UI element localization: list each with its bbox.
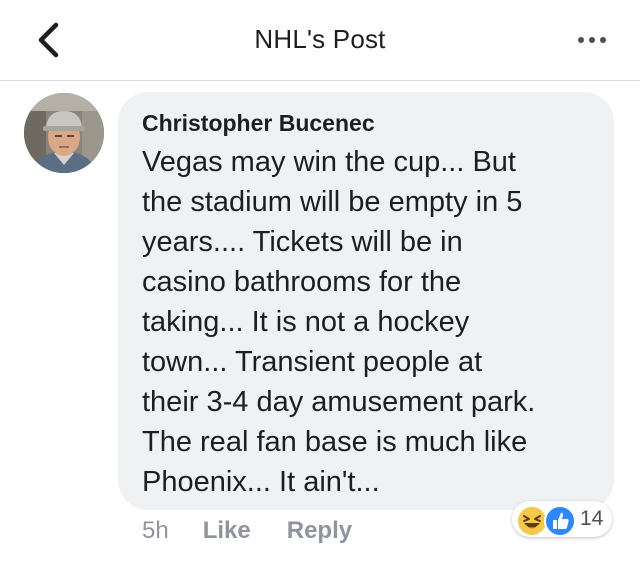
like-reaction-icon — [544, 505, 576, 537]
comment-actions: 5h Like Reply — [142, 514, 352, 548]
reactions-summary[interactable]: 14 — [512, 501, 612, 537]
reply-button[interactable]: Reply — [287, 517, 352, 545]
comment-bubble: Christopher Bucenec Vegas may win the cu… — [118, 92, 614, 510]
avatar[interactable] — [24, 93, 104, 173]
more-dot — [600, 37, 606, 43]
like-button[interactable]: Like — [203, 517, 251, 545]
reaction-count: 14 — [580, 507, 604, 530]
page-title: NHL's Post — [254, 24, 386, 54]
comment-author[interactable]: Christopher Bucenec — [142, 110, 375, 137]
more-horizontal-icon — [578, 37, 584, 43]
more-options-button[interactable] — [570, 28, 614, 52]
more-dot — [589, 37, 595, 43]
comment-text: Vegas may win the cup... But the stadium… — [142, 146, 536, 498]
comment-timestamp[interactable]: 5h — [142, 517, 169, 545]
top-navigation-bar: NHL's Post — [0, 0, 640, 81]
avatar-photo — [24, 93, 104, 173]
